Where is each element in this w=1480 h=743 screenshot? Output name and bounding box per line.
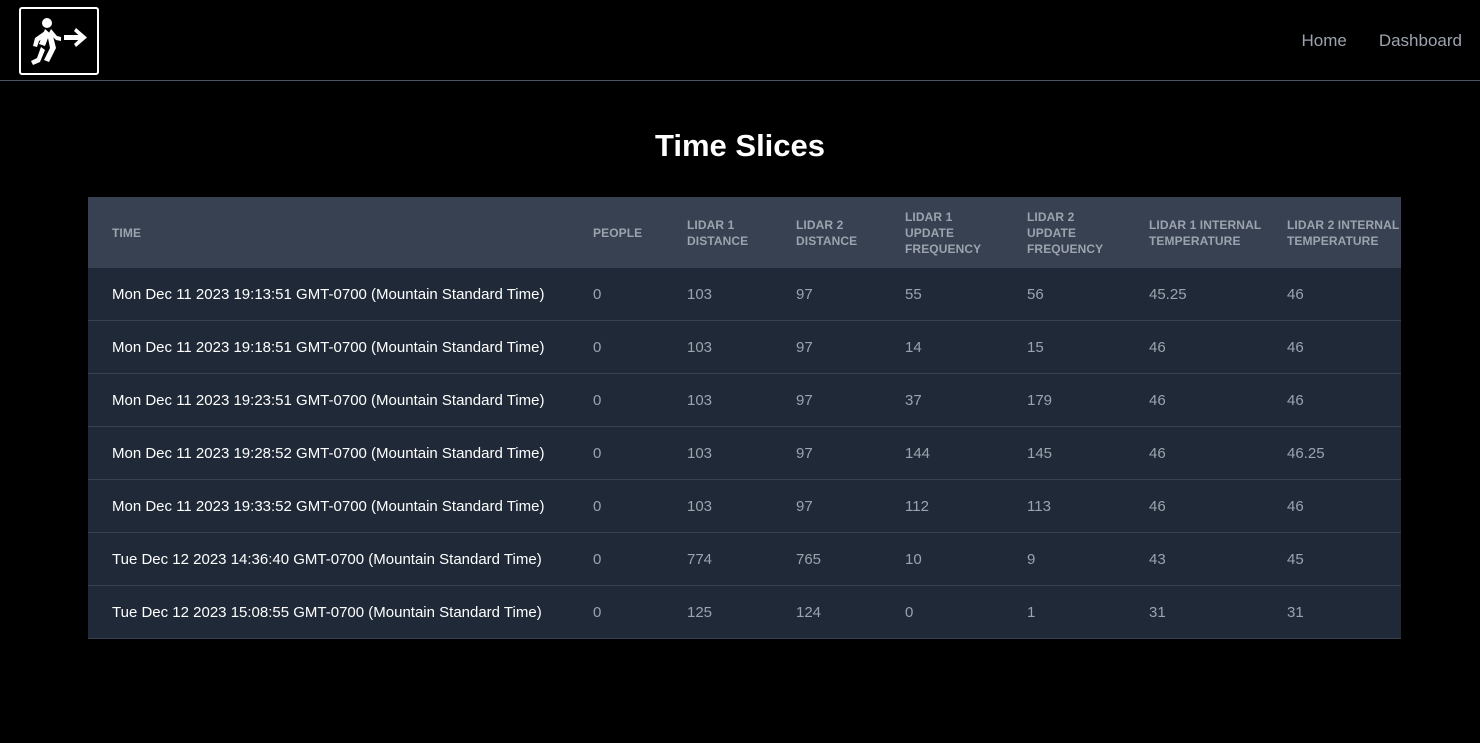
column-header-lidar1-distance: Lidar 1 Distance	[663, 197, 772, 268]
page-title: Time Slices	[654, 128, 826, 163]
column-header-lidar1-internal-temperature: Lidar 1 Internal Temperature	[1125, 197, 1263, 268]
time-slices-table: Time People Lidar 1 Distance Lidar 2 Distan…	[88, 197, 1401, 639]
cell-time: Mon Dec 11 2023 19:23:51 GMT-0700 (Mount…	[88, 373, 569, 427]
cell-lidar1-internal-temperature: 46	[1125, 426, 1263, 480]
table-body: Mon Dec 11 2023 19:13:51 GMT-0700 (Mount…	[88, 268, 1401, 639]
cell-lidar2-update-frequency: 113	[1003, 479, 1125, 533]
cell-lidar1-distance: 125	[663, 585, 772, 639]
table-header-row: Time People Lidar 1 Distance Lidar 2 Distan…	[88, 197, 1401, 268]
cell-lidar1-distance: 774	[663, 532, 772, 586]
column-header-lidar1-update-frequency: Lidar 1 Update Frequency	[881, 197, 1003, 268]
cell-lidar2-update-frequency: 15	[1003, 320, 1125, 374]
cell-lidar2-distance: 97	[772, 373, 881, 427]
cell-time: Mon Dec 11 2023 19:28:52 GMT-0700 (Mount…	[88, 426, 569, 480]
cell-lidar2-update-frequency: 145	[1003, 426, 1125, 480]
cell-lidar2-internal-temperature: 31	[1263, 585, 1401, 639]
table-row: Tue Dec 12 2023 14:36:40 GMT-0700 (Mount…	[88, 532, 1401, 586]
nav-links: Home Dashboard	[1301, 31, 1462, 51]
column-header-time: Time	[88, 197, 569, 268]
table-row: Mon Dec 11 2023 19:18:51 GMT-0700 (Mount…	[88, 320, 1401, 374]
cell-lidar1-update-frequency: 10	[881, 532, 1003, 586]
nav-link-dashboard[interactable]: Dashboard	[1379, 31, 1462, 51]
cell-lidar1-update-frequency: 55	[881, 268, 1003, 321]
navbar: Home Dashboard	[0, 0, 1480, 81]
cell-lidar2-internal-temperature: 45	[1263, 532, 1401, 586]
cell-lidar1-update-frequency: 37	[881, 373, 1003, 427]
cell-people: 0	[569, 479, 663, 533]
cell-lidar2-distance: 124	[772, 585, 881, 639]
cell-people: 0	[569, 532, 663, 586]
table-row: Mon Dec 11 2023 19:13:51 GMT-0700 (Mount…	[88, 268, 1401, 321]
cell-lidar1-internal-temperature: 31	[1125, 585, 1263, 639]
column-header-lidar2-distance: Lidar 2 Distance	[772, 197, 881, 268]
cell-lidar1-internal-temperature: 45.25	[1125, 268, 1263, 321]
cell-lidar2-distance: 97	[772, 479, 881, 533]
cell-people: 0	[569, 268, 663, 321]
time-slices-table-container: Time People Lidar 1 Distance Lidar 2 Distan…	[88, 197, 1401, 639]
logo[interactable]	[19, 7, 99, 75]
cell-people: 0	[569, 320, 663, 374]
cell-lidar1-update-frequency: 14	[881, 320, 1003, 374]
column-header-lidar2-internal-temperature: Lidar 2 Internal Temperature	[1263, 197, 1401, 268]
cell-lidar1-distance: 103	[663, 268, 772, 321]
cell-lidar2-distance: 97	[772, 268, 881, 321]
cell-lidar2-internal-temperature: 46	[1263, 320, 1401, 374]
cell-people: 0	[569, 373, 663, 427]
cell-time: Mon Dec 11 2023 19:13:51 GMT-0700 (Mount…	[88, 268, 569, 321]
cell-people: 0	[569, 585, 663, 639]
cell-time: Mon Dec 11 2023 19:18:51 GMT-0700 (Mount…	[88, 320, 569, 374]
cell-lidar1-distance: 103	[663, 320, 772, 374]
cell-lidar2-internal-temperature: 46	[1263, 268, 1401, 321]
cell-lidar1-distance: 103	[663, 479, 772, 533]
cell-lidar2-distance: 765	[772, 532, 881, 586]
exit-walking-person-icon	[31, 18, 87, 65]
cell-time: Tue Dec 12 2023 15:08:55 GMT-0700 (Mount…	[88, 585, 569, 639]
cell-people: 0	[569, 426, 663, 480]
cell-lidar2-update-frequency: 9	[1003, 532, 1125, 586]
column-header-lidar2-update-frequency: Lidar 2 Update Frequency	[1003, 197, 1125, 268]
table-row: Mon Dec 11 2023 19:33:52 GMT-0700 (Mount…	[88, 479, 1401, 533]
cell-lidar1-internal-temperature: 43	[1125, 532, 1263, 586]
cell-lidar1-update-frequency: 0	[881, 585, 1003, 639]
cell-time: Tue Dec 12 2023 14:36:40 GMT-0700 (Mount…	[88, 532, 569, 586]
cell-lidar2-internal-temperature: 46	[1263, 373, 1401, 427]
cell-lidar2-distance: 97	[772, 426, 881, 480]
table-header: Time People Lidar 1 Distance Lidar 2 Distan…	[88, 197, 1401, 268]
cell-lidar2-update-frequency: 56	[1003, 268, 1125, 321]
cell-lidar1-distance: 103	[663, 373, 772, 427]
cell-lidar1-distance: 103	[663, 426, 772, 480]
cell-lidar1-update-frequency: 112	[881, 479, 1003, 533]
cell-lidar2-update-frequency: 1	[1003, 585, 1125, 639]
cell-lidar2-distance: 97	[772, 320, 881, 374]
table-row: Mon Dec 11 2023 19:28:52 GMT-0700 (Mount…	[88, 426, 1401, 480]
cell-lidar1-internal-temperature: 46	[1125, 373, 1263, 427]
cell-lidar2-internal-temperature: 46	[1263, 479, 1401, 533]
table-row: Mon Dec 11 2023 19:23:51 GMT-0700 (Mount…	[88, 373, 1401, 427]
column-header-people: People	[569, 197, 663, 268]
cell-lidar1-update-frequency: 144	[881, 426, 1003, 480]
cell-time: Mon Dec 11 2023 19:33:52 GMT-0700 (Mount…	[88, 479, 569, 533]
nav-link-home[interactable]: Home	[1301, 31, 1346, 51]
cell-lidar2-internal-temperature: 46.25	[1263, 426, 1401, 480]
cell-lidar1-internal-temperature: 46	[1125, 320, 1263, 374]
table-row: Tue Dec 12 2023 15:08:55 GMT-0700 (Mount…	[88, 585, 1401, 639]
cell-lidar1-internal-temperature: 46	[1125, 479, 1263, 533]
cell-lidar2-update-frequency: 179	[1003, 373, 1125, 427]
